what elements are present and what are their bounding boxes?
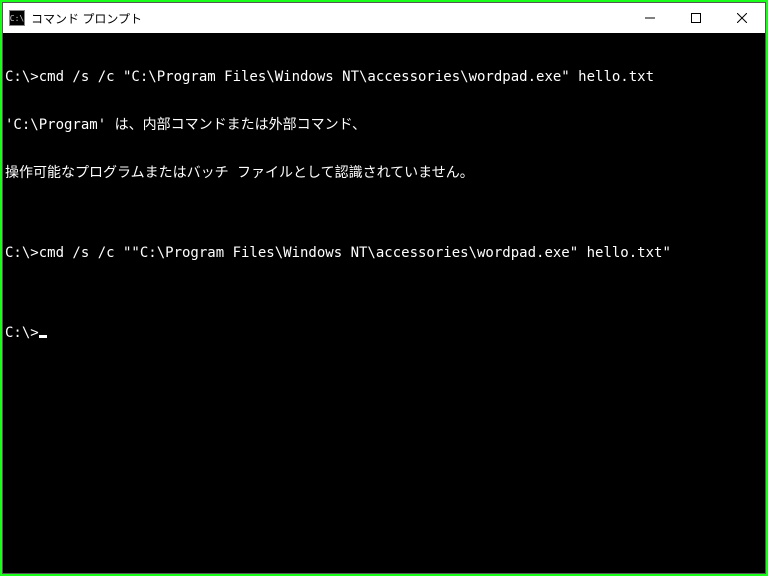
titlebar[interactable]: C:\ コマンド プロンプト: [3, 3, 765, 33]
terminal-line: C:\>cmd /s /c ""C:\Program Files\Windows…: [5, 245, 763, 261]
terminal-prompt-line: C:\>: [5, 325, 763, 341]
close-button[interactable]: [719, 3, 765, 33]
window-controls: [627, 3, 765, 33]
command-prompt-window: C:\ コマンド プロンプト C:\>cmd /s /c "C:\Program…: [2, 2, 766, 574]
terminal-line: 操作可能なプログラムまたはバッチ ファイルとして認識されていません。: [5, 165, 763, 181]
maximize-button[interactable]: [673, 3, 719, 33]
minimize-button[interactable]: [627, 3, 673, 33]
cursor: [39, 335, 47, 338]
app-icon: C:\: [9, 10, 25, 26]
terminal-output[interactable]: C:\>cmd /s /c "C:\Program Files\Windows …: [3, 33, 765, 573]
terminal-line: C:\>cmd /s /c "C:\Program Files\Windows …: [5, 69, 763, 85]
prompt-text: C:\>: [5, 325, 39, 341]
window-title: コマンド プロンプト: [31, 10, 627, 27]
terminal-line: 'C:\Program' は、内部コマンドまたは外部コマンド、: [5, 117, 763, 133]
